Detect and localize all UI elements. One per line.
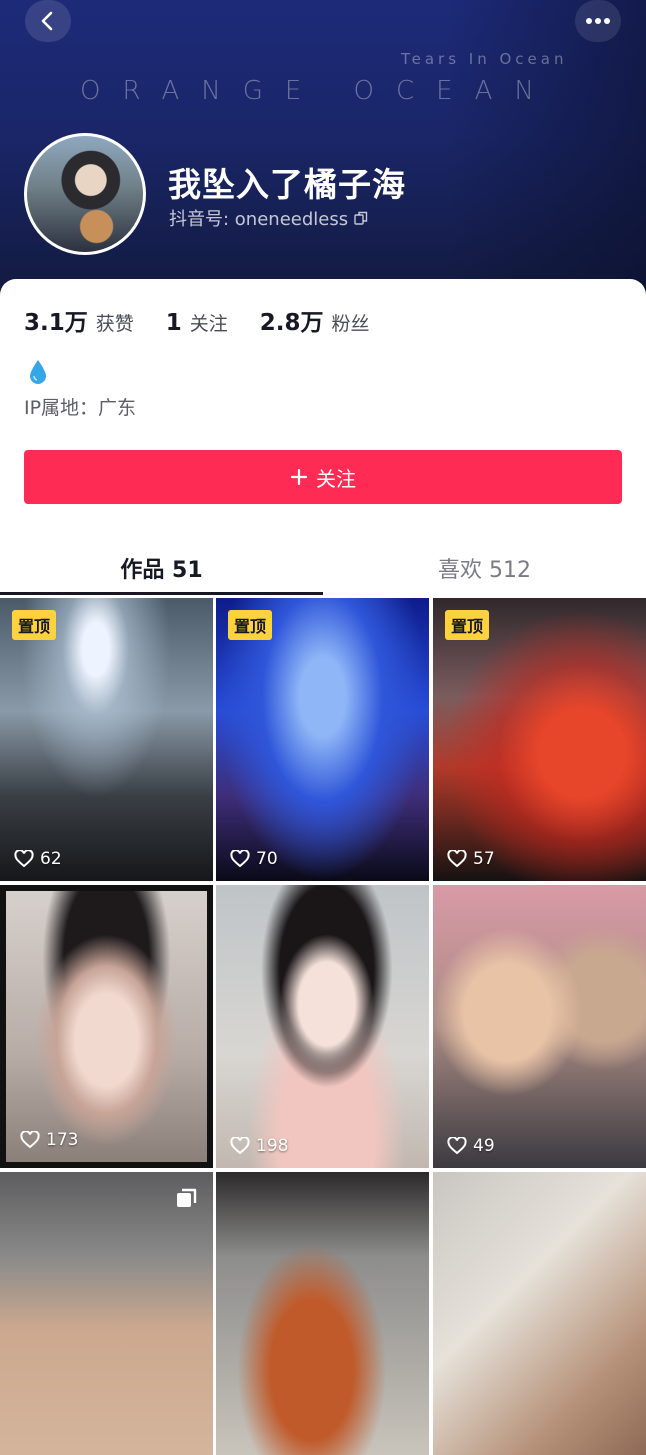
video-thumbnail[interactable]: 49 xyxy=(433,885,646,1168)
video-likes: 70 xyxy=(230,849,278,869)
video-thumbnail[interactable] xyxy=(216,1172,429,1455)
following-label: 关注 xyxy=(189,313,228,335)
video-likes: 49 xyxy=(447,1136,495,1156)
follow-button[interactable]: 关注 xyxy=(24,450,622,504)
likes-count-text: 70 xyxy=(256,849,278,869)
video-thumbnail[interactable] xyxy=(0,1172,213,1455)
pinned-badge: 置顶 xyxy=(228,610,273,640)
more-dots-icon xyxy=(586,18,610,24)
heart-icon xyxy=(14,850,34,868)
follow-button-label: 关注 xyxy=(316,466,356,491)
video-thumbnail[interactable] xyxy=(433,1172,646,1455)
ip-location: IP属地：广东 xyxy=(24,397,137,419)
likes-count[interactable]: 3.1万 xyxy=(24,303,88,337)
tab-bar: 作品 51 喜欢 512 xyxy=(0,541,646,595)
video-thumbnail[interactable]: 置顶 62 xyxy=(0,598,213,881)
likes-count-text: 198 xyxy=(256,1136,289,1156)
heart-icon xyxy=(230,850,250,868)
likes-count-text: 62 xyxy=(40,849,62,869)
likes-count-text: 173 xyxy=(46,1130,79,1150)
heart-icon xyxy=(20,1131,40,1149)
video-likes: 173 xyxy=(20,1130,78,1150)
video-likes: 198 xyxy=(230,1136,288,1156)
profile-content: 3.1万 获赞 1 关注 2.8万 粉丝 IP属地：广东 关注 作品 51 喜欢… xyxy=(0,279,646,1455)
banner-title: ORANGE OCEAN xyxy=(80,76,556,106)
back-button[interactable] xyxy=(25,0,71,42)
douyin-id-text: 抖音号: oneneedless xyxy=(169,209,349,230)
pinned-badge: 置顶 xyxy=(445,610,490,640)
video-likes: 57 xyxy=(447,849,495,869)
heart-icon xyxy=(230,1137,250,1155)
tab-likes[interactable]: 喜欢 512 xyxy=(323,541,646,595)
video-thumbnail[interactable]: 置顶 57 xyxy=(433,598,646,881)
active-tab-indicator xyxy=(0,592,323,595)
profile-header: Tears In Ocean ORANGE OCEAN 我坠入了橘子海 抖音号:… xyxy=(0,0,646,300)
stats-row: 3.1万 获赞 1 关注 2.8万 粉丝 xyxy=(24,303,402,337)
likes-count-text: 57 xyxy=(473,849,495,869)
avatar[interactable] xyxy=(24,133,146,255)
more-button[interactable] xyxy=(575,0,621,42)
banner-subtitle: Tears In Ocean xyxy=(401,50,568,68)
nickname: 我坠入了橘子海 xyxy=(168,165,406,204)
heart-icon xyxy=(447,850,467,868)
multi-image-icon xyxy=(177,1188,197,1207)
plus-icon xyxy=(290,468,308,486)
video-thumbnail[interactable]: 173 xyxy=(0,885,213,1168)
tab-works[interactable]: 作品 51 xyxy=(0,541,323,595)
video-likes: 62 xyxy=(14,849,62,869)
likes-label: 获赞 xyxy=(95,313,134,335)
heart-icon xyxy=(447,1137,467,1155)
following-count[interactable]: 1 xyxy=(166,310,182,336)
pinned-badge: 置顶 xyxy=(12,610,57,640)
likes-count-text: 49 xyxy=(473,1136,495,1156)
chevron-left-icon xyxy=(41,11,53,31)
video-thumbnail[interactable]: 198 xyxy=(216,885,429,1168)
followers-count[interactable]: 2.8万 xyxy=(260,303,324,337)
droplet-icon xyxy=(30,360,46,384)
video-thumbnail[interactable]: 置顶 70 xyxy=(216,598,429,881)
copy-icon[interactable] xyxy=(354,211,368,225)
followers-label: 粉丝 xyxy=(331,313,370,335)
douyin-id[interactable]: 抖音号: oneneedless xyxy=(169,205,368,231)
